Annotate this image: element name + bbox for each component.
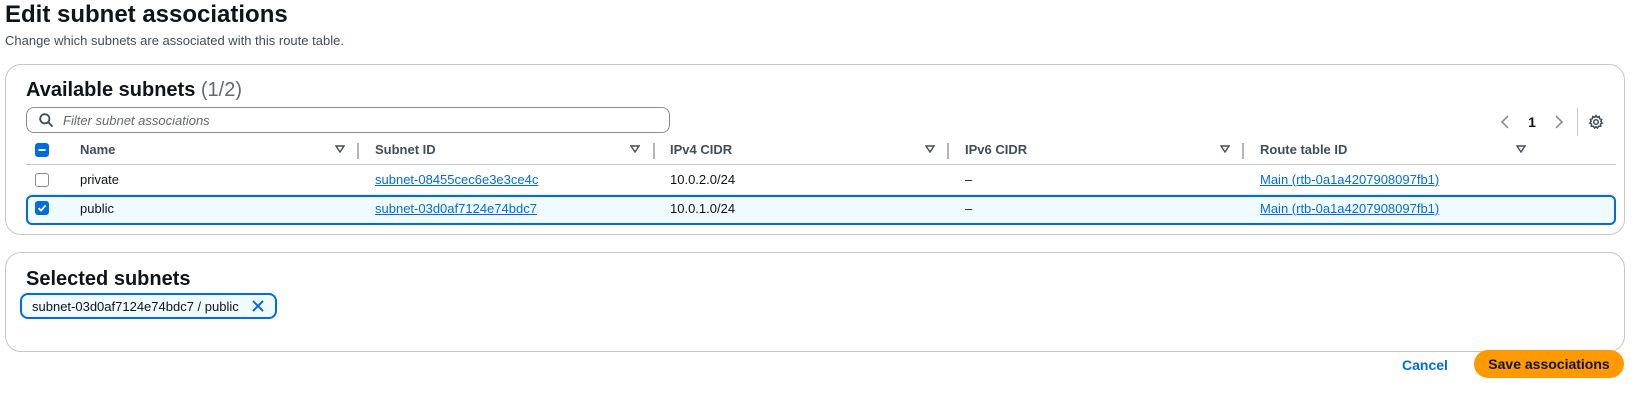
- chevron-right-icon: [1555, 115, 1564, 129]
- sort-caret-icon[interactable]: [335, 144, 345, 154]
- page-title: Edit subnet associations: [5, 1, 288, 28]
- search-icon: [39, 113, 53, 127]
- route-table-cell: Main (rtb-0a1a4207908097fb1): [1260, 165, 1560, 194]
- column-resizer[interactable]: [357, 143, 359, 159]
- sort-caret-icon[interactable]: [630, 144, 640, 154]
- remove-token-button[interactable]: [251, 299, 265, 313]
- sort-caret-icon[interactable]: [925, 144, 935, 154]
- table-header: Name Subnet ID IPv4 CIDR IPv6 CIDR Route…: [26, 135, 1616, 165]
- available-subnets-panel: Available subnets (1/2) 1: [5, 64, 1625, 235]
- ipv6-cidr: –: [965, 172, 973, 187]
- close-icon: [252, 300, 264, 312]
- indeterminate-icon: [38, 148, 46, 151]
- settings-gear-icon: [1588, 114, 1604, 130]
- selected-subnets-title: Selected subnets: [26, 268, 191, 290]
- available-subnets-title: Available subnets: [26, 79, 196, 101]
- filter-input[interactable]: [63, 108, 653, 132]
- column-resizer[interactable]: [947, 143, 949, 159]
- column-header-name[interactable]: Name: [80, 135, 400, 164]
- filter-box: [26, 107, 670, 133]
- route-table-cell: Main (rtb-0a1a4207908097fb1): [1260, 195, 1560, 221]
- selection-count: (1/2): [200, 79, 243, 101]
- pagination: 1: [1493, 107, 1604, 137]
- pager-divider: [1577, 108, 1578, 136]
- subnet-id-link[interactable]: subnet-03d0af7124e74bdc7: [375, 201, 537, 216]
- column-resizer[interactable]: [1242, 143, 1244, 159]
- previous-page-button[interactable]: [1493, 115, 1517, 129]
- sort-caret-icon[interactable]: [1220, 144, 1230, 154]
- ipv4-cidr: 10.0.1.0/24: [670, 200, 736, 216]
- checkmark-icon: [37, 204, 47, 212]
- selected-subnet-token: subnet-03d0af7124e74bdc7 / public: [20, 293, 277, 319]
- row-select-cell: [35, 165, 55, 194]
- select-all-cell: [35, 135, 55, 164]
- subnet-name: private: [80, 172, 120, 187]
- column-header-route-table-id[interactable]: Route table ID: [1260, 135, 1560, 164]
- subnet-id-cell: subnet-08455cec6e3e3ce4c: [375, 165, 665, 194]
- next-page-button[interactable]: [1547, 115, 1571, 129]
- column-label: IPv6 CIDR: [965, 142, 1028, 157]
- page-description: Change which subnets are associated with…: [5, 33, 344, 48]
- available-subnets-heading: Available subnets (1/2): [26, 79, 242, 102]
- column-header-ipv6-cidr[interactable]: IPv6 CIDR: [965, 135, 1255, 164]
- page-number[interactable]: 1: [1517, 114, 1547, 130]
- ipv6-cidr: –: [965, 200, 973, 216]
- sort-caret-icon[interactable]: [1516, 144, 1526, 154]
- ipv4-cidr: 10.0.2.0/24: [670, 172, 736, 187]
- row-checkbox[interactable]: [35, 172, 49, 187]
- column-label: Route table ID: [1260, 142, 1348, 157]
- column-label: IPv4 CIDR: [670, 142, 733, 157]
- subnets-table: Name Subnet ID IPv4 CIDR IPv6 CIDR Route…: [26, 135, 1616, 225]
- cancel-button[interactable]: Cancel: [1390, 351, 1460, 379]
- column-label: Name: [80, 142, 116, 157]
- chevron-left-icon: [1500, 115, 1509, 129]
- row-select-cell: [35, 195, 55, 221]
- subnet-id-link[interactable]: subnet-08455cec6e3e3ce4c: [375, 172, 538, 187]
- table-row[interactable]: public subnet-03d0af7124e74bdc7 10.0.1.0…: [26, 195, 1616, 225]
- subnet-name: public: [80, 200, 114, 216]
- route-table-link[interactable]: Main (rtb-0a1a4207908097fb1): [1260, 172, 1439, 187]
- column-resizer[interactable]: [653, 143, 655, 159]
- select-all-checkbox[interactable]: [35, 142, 49, 157]
- token-label: subnet-03d0af7124e74bdc7 / public: [32, 298, 239, 314]
- column-label: Subnet ID: [375, 142, 436, 157]
- column-header-subnet-id[interactable]: Subnet ID: [375, 135, 665, 164]
- route-table-link[interactable]: Main (rtb-0a1a4207908097fb1): [1260, 201, 1439, 216]
- table-row[interactable]: private subnet-08455cec6e3e3ce4c 10.0.2.…: [26, 165, 1616, 195]
- subnet-id-cell: subnet-03d0af7124e74bdc7: [375, 195, 665, 221]
- save-associations-button[interactable]: Save associations: [1474, 350, 1624, 378]
- column-header-ipv4-cidr[interactable]: IPv4 CIDR: [670, 135, 960, 164]
- preferences-button[interactable]: [1588, 114, 1604, 130]
- row-checkbox[interactable]: [35, 201, 49, 215]
